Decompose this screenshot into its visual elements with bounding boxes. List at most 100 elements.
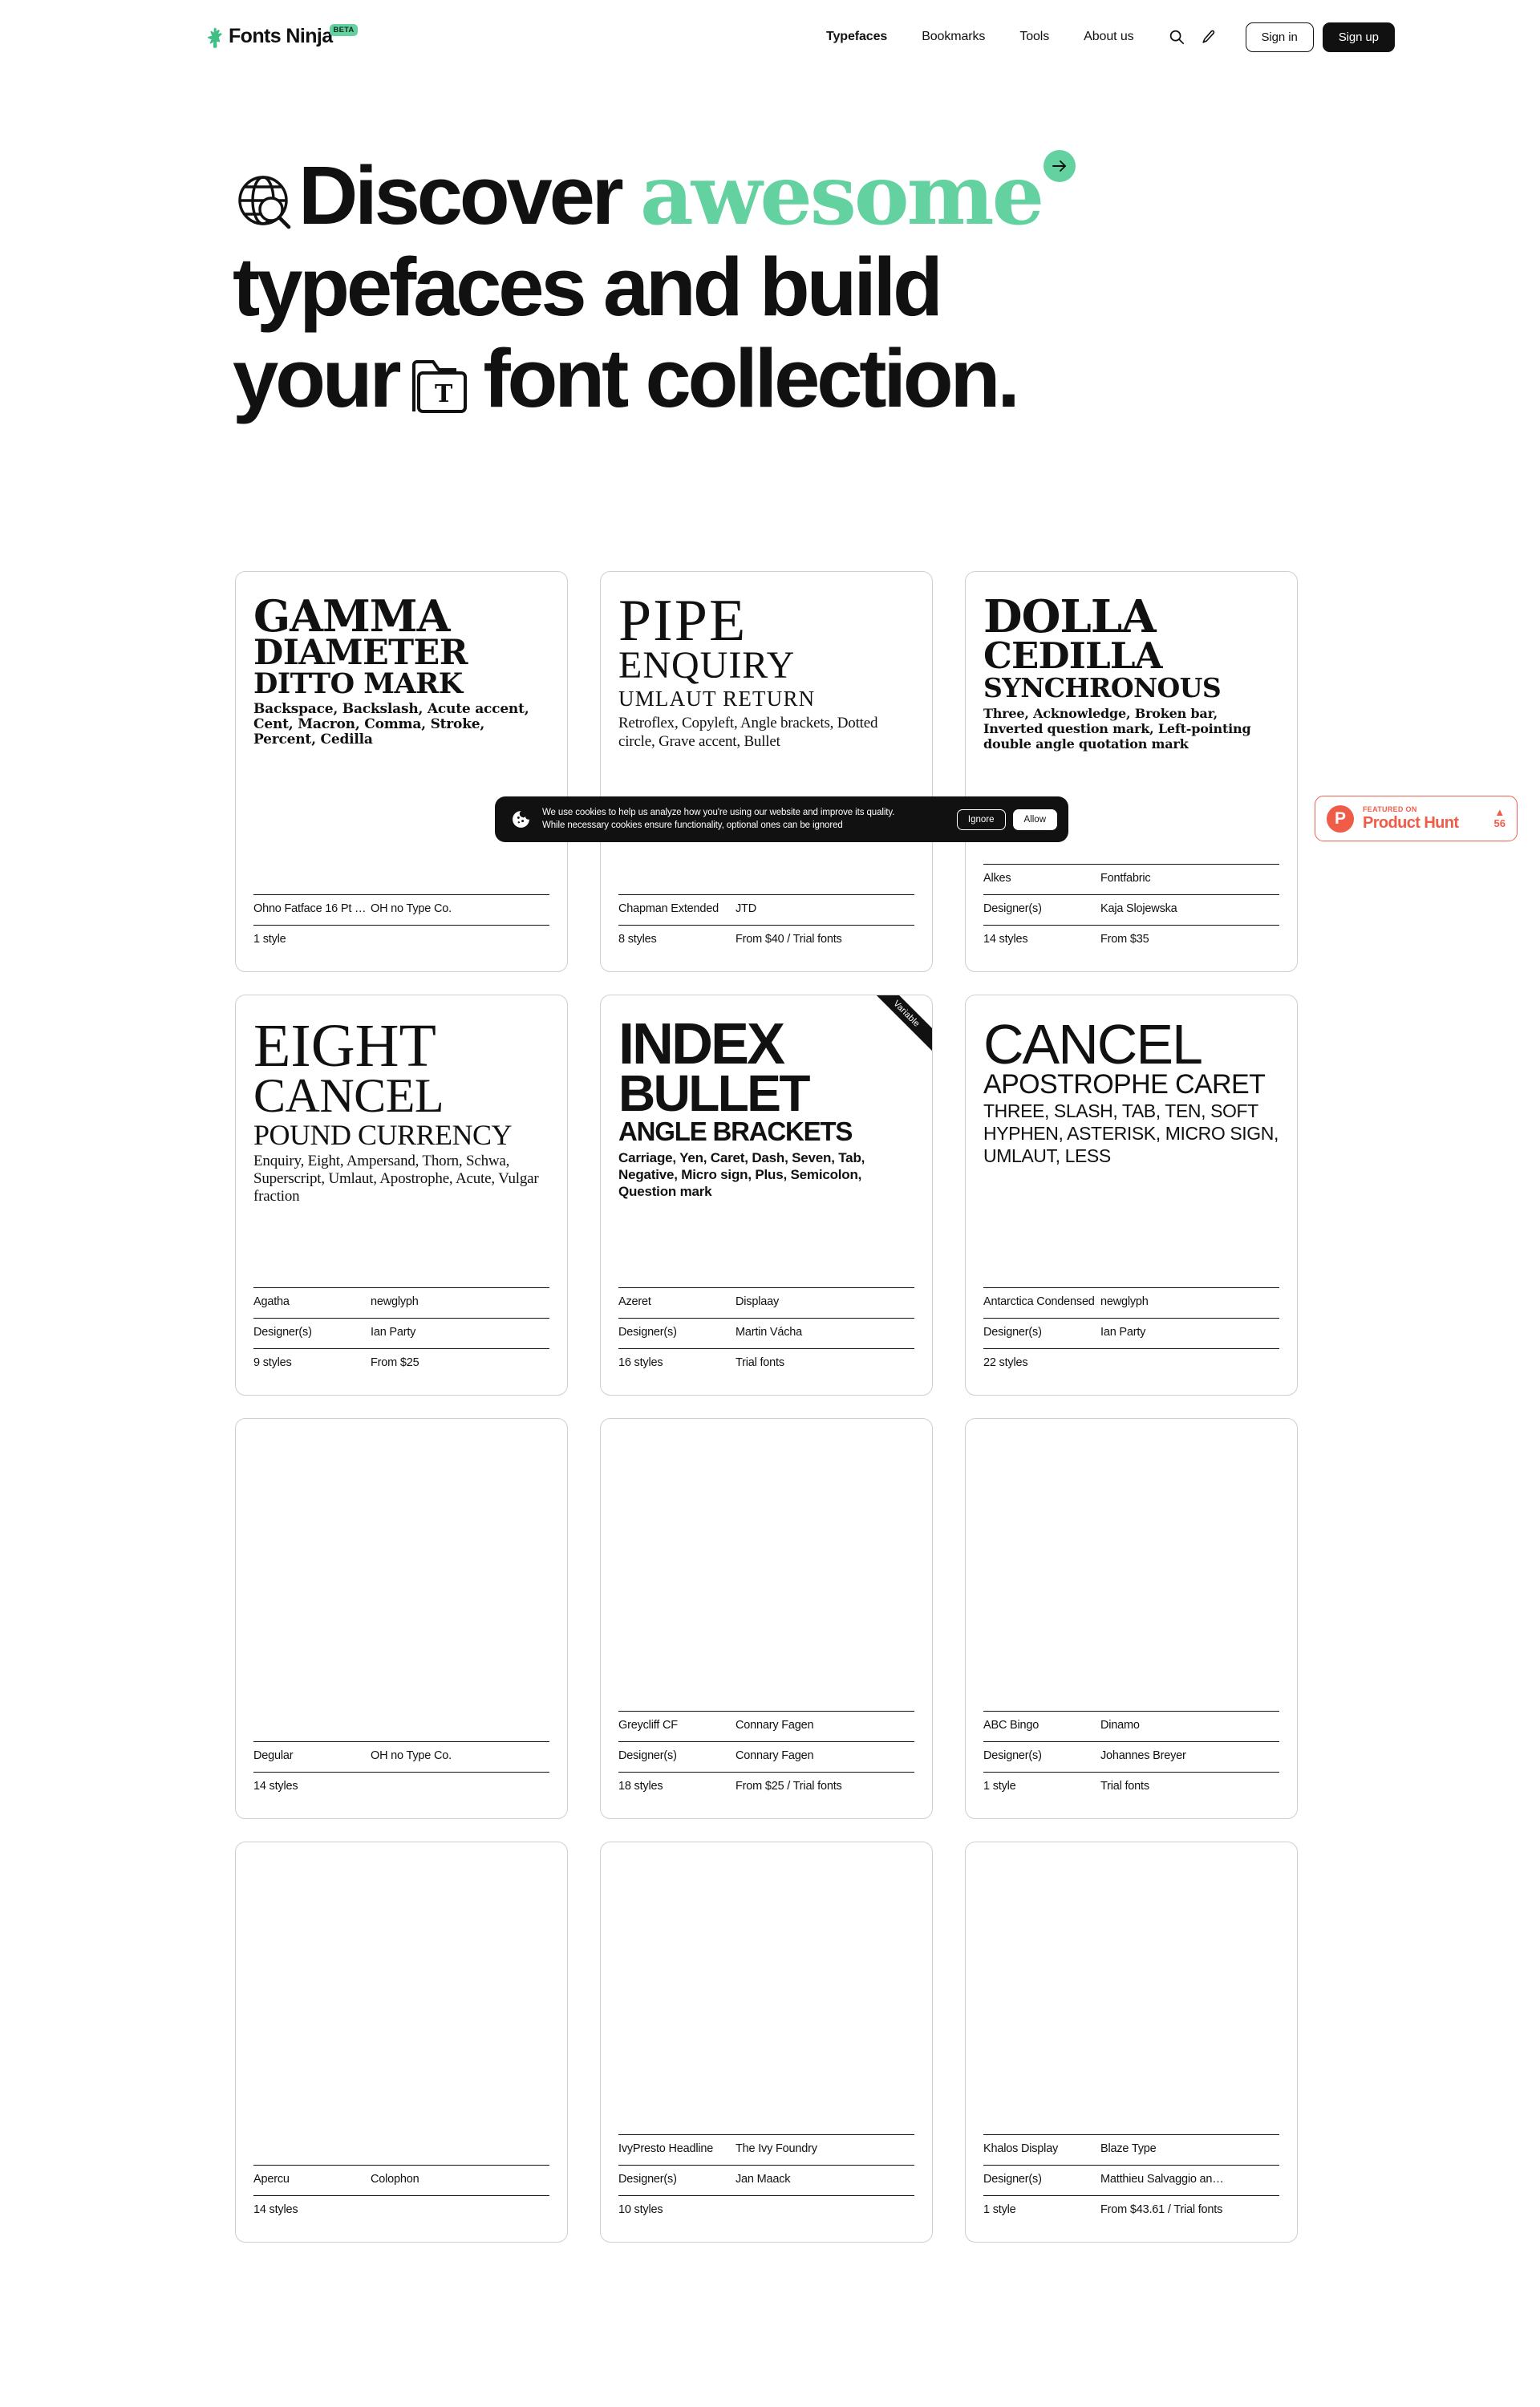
typeface-preview: INDEX BULLET ANGLE BRACKETS Carriage, Yen, …	[618, 1013, 914, 1287]
typeface-meta: IvyPresto Headline The Ivy Foundry Designe…	[618, 2134, 914, 2242]
hero-word-discover: Discover	[298, 149, 624, 241]
font-folder-icon: T	[412, 360, 468, 413]
preview-l2: CEDILLA	[983, 634, 1163, 677]
cookie-ignore-button[interactable]: Ignore	[956, 808, 1006, 830]
pen-icon[interactable]	[1201, 29, 1217, 45]
hero-word-your: your	[233, 332, 402, 424]
globe-search-icon	[238, 176, 291, 229]
typeface-card[interactable]: Greycliff CF Connary Fagen Designer(s) Conn…	[600, 1418, 933, 1819]
page-title: Discover awesome typefaces and build you…	[233, 150, 1235, 424]
product-hunt-vote-count: 56	[1493, 817, 1506, 829]
meta-value: From $43.61 / Trial fonts	[1100, 2203, 1223, 2216]
meta-value: Martin Vácha	[736, 1326, 803, 1339]
meta-key: Apercu	[253, 2173, 290, 2186]
hero-arrow-badge[interactable]	[1044, 150, 1076, 182]
typeface-card[interactable]: CANCEL APOSTROPHE CARET Three, Slash, Tab,…	[965, 995, 1298, 1396]
meta-key: ABC Bingo	[983, 1719, 1040, 1732]
meta-value: Dinamo	[1100, 1719, 1140, 1732]
meta-row: Degular OH no Type Co.	[253, 1741, 549, 1772]
cookie-allow-button[interactable]: Allow	[1012, 808, 1057, 830]
meta-row: 14 styles From $35	[983, 925, 1279, 955]
meta-key: Designer(s)	[983, 1326, 1042, 1339]
nav-link-typefaces[interactable]: Typefaces	[826, 30, 887, 44]
meta-value: Blaze Type	[1100, 2142, 1157, 2155]
meta-value: newglyph	[371, 1295, 419, 1308]
meta-key: Designer(s)	[618, 1326, 677, 1339]
product-hunt-name: Product Hunt	[1363, 814, 1459, 832]
meta-key: Designer(s)	[253, 1326, 312, 1339]
meta-key: Degular	[253, 1749, 294, 1762]
meta-row: 8 styles From $40 / Trial fonts	[618, 925, 914, 955]
preview-l1: GAMMA	[253, 590, 450, 642]
preview-l1: INDEX	[618, 1013, 785, 1076]
meta-row: Designer(s) Matthieu Salvaggio an…	[983, 2165, 1279, 2195]
meta-value: Johannes Breyer	[1100, 1749, 1186, 1762]
site-header: Fonts Ninja BETA Typefaces Bookmarks Too…	[0, 0, 1540, 74]
preview-l3: ANGLE BRACKETS	[618, 1116, 853, 1146]
nav-link-tools[interactable]: Tools	[1019, 30, 1049, 44]
meta-row: Designer(s) Ian Party	[983, 1318, 1279, 1348]
typeface-card[interactable]: Khalos Display Blaze Type Designer(s) Matth…	[965, 1842, 1298, 2243]
upvote-caret-icon: ▲	[1494, 806, 1506, 818]
preview-l4: Retroflex, Copyleft, Angle brackets, Dot…	[618, 715, 878, 750]
meta-row: Alkes Fontfabric	[983, 864, 1279, 894]
typeface-meta: Degular OH no Type Co. 14 styles	[253, 1741, 549, 1818]
typeface-card[interactable]: IvyPresto Headline The Ivy Foundry Designe…	[600, 1842, 933, 2243]
hero-word-font-collection: font collection.	[483, 332, 1019, 424]
meta-row: 1 style	[253, 925, 549, 955]
meta-row: Chapman Extended JTD	[618, 894, 914, 925]
typeface-card[interactable]: Apercu Colophon 14 styles	[235, 1842, 568, 2243]
meta-key: 14 styles	[253, 1780, 298, 1793]
meta-key: Azeret	[618, 1295, 651, 1308]
preview-l1: PIPE	[618, 590, 748, 654]
meta-row: Designer(s) Ian Party	[253, 1318, 549, 1348]
preview-l4: Three, Acknowledge, Broken bar, Inverted…	[983, 706, 1251, 752]
typeface-card[interactable]: EIGHT CANCEL POUND CURRENCY Enquiry, Eight,…	[235, 995, 568, 1396]
preview-l2: DIAMETER	[253, 633, 468, 673]
typeface-card[interactable]: PIPE ENQUIRY UMLAUT RETURN Retroflex, Copyl…	[600, 571, 933, 972]
meta-value	[371, 2203, 549, 2216]
product-hunt-vote[interactable]: ▲ 56	[1493, 806, 1506, 829]
product-hunt-logo-icon: P	[1327, 804, 1354, 833]
meta-row: 9 styles From $25	[253, 1348, 549, 1379]
meta-row: IvyPresto Headline The Ivy Foundry	[618, 2134, 914, 2165]
typeface-meta: Agatha newglyph Designer(s) Ian Party 9 styl…	[253, 1287, 549, 1395]
typeface-card[interactable]: Variable INDEX BULLET ANGLE BRACKETS Carriag…	[600, 995, 933, 1396]
preview-l1: EIGHT	[253, 1013, 436, 1080]
meta-value: Displaay	[736, 1295, 780, 1308]
typeface-card[interactable]: DOLLA CEDILLA SYNCHRONOUS Three, Acknowledg…	[965, 571, 1298, 972]
meta-row: Agatha newglyph	[253, 1287, 549, 1318]
meta-row: 22 styles	[983, 1348, 1279, 1379]
nav-link-bookmarks[interactable]: Bookmarks	[922, 30, 985, 44]
logo[interactable]: Fonts Ninja BETA	[207, 24, 359, 48]
preview-l3: SYNCHRONOUS	[983, 672, 1222, 703]
meta-row: Apercu Colophon	[253, 2165, 549, 2195]
sign-in-button[interactable]: Sign in	[1245, 22, 1314, 52]
meta-key: Khalos Display	[983, 2142, 1059, 2155]
typeface-meta: Khalos Display Blaze Type Designer(s) Matth…	[983, 2134, 1279, 2242]
meta-key: 9 styles	[253, 1356, 292, 1369]
typeface-card[interactable]: ABC Bingo Dinamo Designer(s) Johannes Breye…	[965, 1418, 1298, 1819]
meta-row: 1 style From $43.61 / Trial fonts	[983, 2195, 1279, 2226]
search-icon[interactable]	[1169, 29, 1185, 45]
preview-l3: DITTO MARK	[253, 667, 463, 700]
typeface-preview	[253, 1437, 549, 1741]
meta-key: 16 styles	[618, 1356, 663, 1369]
meta-value: The Ivy Foundry	[736, 2142, 817, 2155]
nav-link-about-us[interactable]: About us	[1084, 30, 1133, 44]
meta-key: Agatha	[253, 1295, 290, 1308]
preview-l2: APOSTROPHE CARET	[983, 1069, 1266, 1100]
cookie-text-line-1: We use cookies to help us analyze how yo…	[542, 808, 895, 817]
typeface-meta: ABC Bingo Dinamo Designer(s) Johannes Breye…	[983, 1711, 1279, 1818]
typeface-card[interactable]: Degular OH no Type Co. 14 styles	[235, 1418, 568, 1819]
sign-up-button[interactable]: Sign up	[1322, 22, 1395, 52]
typeface-meta: Chapman Extended JTD 8 styles From $40 / Tr…	[618, 894, 914, 971]
product-hunt-badge[interactable]: P FEATURED ON Product Hunt ▲ 56	[1315, 796, 1518, 841]
preview-l1: CANCEL	[983, 1013, 1203, 1076]
meta-row: 14 styles	[253, 1772, 549, 1802]
meta-key: Designer(s)	[618, 2173, 677, 2186]
hero-word-awesome: awesome	[639, 147, 1044, 244]
preview-l1: DOLLA	[983, 590, 1157, 643]
typeface-card[interactable]: GAMMA DIAMETER DITTO MARK Backspace, Backsl…	[235, 571, 568, 972]
meta-row: 18 styles From $25 / Trial fonts	[618, 1772, 914, 1802]
